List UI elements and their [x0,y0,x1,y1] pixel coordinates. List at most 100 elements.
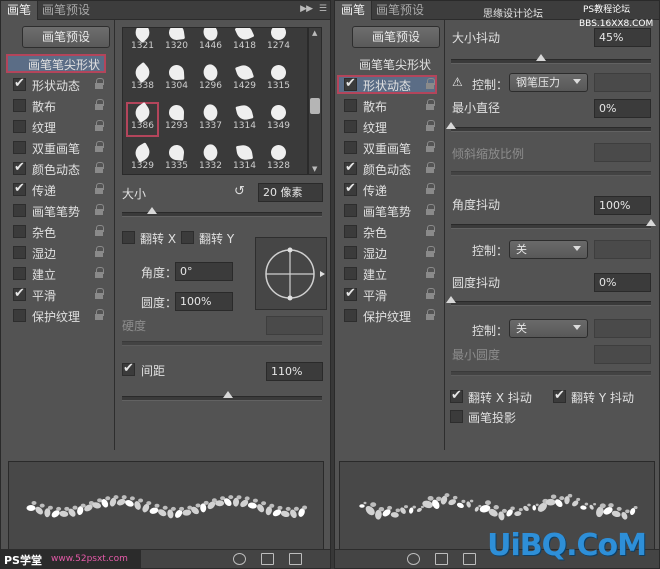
sidebar-item[interactable]: 保护纹理 [337,306,437,325]
control-select-2[interactable]: 关 [509,240,588,259]
sidebar-item[interactable]: 平滑 [337,285,437,304]
brush-presets-button[interactable]: 画笔预设 [22,26,110,48]
size-jitter-slider-thumb[interactable] [536,54,546,61]
sidebar-item[interactable]: 散布 [337,96,437,115]
sidebar-item-checkbox[interactable] [13,120,26,133]
brush-tip[interactable]: 1337 [194,101,227,137]
sidebar-item[interactable]: 散布 [6,96,106,115]
flip-y-jitter-checkbox[interactable] [553,388,566,403]
sidebar-item[interactable]: 平滑 [6,285,106,304]
sidebar-item-checkbox[interactable] [344,160,357,175]
roundness-jitter-slider-thumb[interactable] [446,296,456,303]
lock-icon[interactable] [94,288,104,300]
sidebar-item-checkbox[interactable] [13,286,26,301]
lock-icon[interactable] [425,183,435,195]
sidebar-item[interactable]: 画笔笔尖形状 [337,54,437,73]
brush-tip[interactable]: 1293 [160,102,193,137]
tab-brush-presets[interactable]: 画笔预设 [36,1,96,20]
roundness-input[interactable]: 100% [175,292,233,311]
sidebar-item[interactable]: 画笔笔势 [337,201,437,220]
sidebar-item-checkbox[interactable] [344,76,357,91]
lock-icon[interactable] [94,99,104,111]
lock-icon[interactable] [425,288,435,300]
lock-icon[interactable] [425,120,435,132]
sidebar-item-checkbox[interactable] [13,181,26,196]
sidebar-item-checkbox[interactable] [344,225,357,238]
lock-icon[interactable] [94,204,104,216]
spacing-slider[interactable] [122,391,322,401]
sidebar-item-checkbox[interactable] [13,267,26,280]
brush-tip-grid[interactable]: 1321 1320 1446 1418 1274 1338 1304 1296 1429 1315… [122,27,308,175]
scroll-thumb[interactable] [310,98,320,114]
sidebar-item[interactable]: 画笔笔尖形状 [6,54,106,73]
angle-jitter-input[interactable]: 100% [594,196,651,215]
tab-brush[interactable]: 画笔 [1,1,39,20]
sidebar-item[interactable]: 双重画笔 [6,138,106,157]
size-input[interactable]: 20 像素 [258,183,323,202]
brush-tip[interactable]: 1314 [228,102,261,137]
size-slider-thumb[interactable] [147,207,157,214]
flip-x-checkbox[interactable] [122,231,135,244]
toggle-bristle-preview-icon[interactable] [233,553,246,565]
lock-icon[interactable] [425,204,435,216]
lock-icon[interactable] [94,225,104,237]
sidebar-item-checkbox[interactable] [344,267,357,280]
spacing-slider-thumb[interactable] [223,391,233,398]
sidebar-item-checkbox[interactable] [344,120,357,133]
lock-icon[interactable] [425,225,435,237]
sidebar-item-checkbox[interactable] [344,246,357,259]
brush-tip[interactable]: 1328 [262,142,295,174]
sidebar-item-checkbox[interactable] [344,204,357,217]
toggle-bristle-preview-icon[interactable] [407,553,420,565]
flip-x-jitter-checkbox[interactable] [450,388,463,403]
sidebar-item[interactable]: 杂色 [337,222,437,241]
lock-icon[interactable] [94,183,104,195]
reset-size-icon[interactable]: ↺ [234,184,245,199]
sidebar-item[interactable]: 双重画笔 [337,138,437,157]
min-diameter-slider[interactable] [446,122,651,132]
sidebar-item-checkbox[interactable] [344,286,357,301]
control-select-3[interactable]: 关 [509,319,588,338]
min-diameter-input[interactable]: 0% [594,99,651,118]
lock-icon[interactable] [425,309,435,321]
control-select-1[interactable]: 钢笔压力 [509,73,588,92]
sidebar-item-checkbox[interactable] [344,309,357,322]
brush-tip-scrollbar[interactable]: ▲ ▼ [308,27,322,175]
sidebar-item[interactable]: 建立 [6,264,106,283]
angle-jitter-slider-thumb[interactable] [646,219,656,226]
lock-icon[interactable] [425,246,435,258]
size-slider[interactable] [122,207,322,217]
size-jitter-slider[interactable] [451,54,651,64]
sidebar-item-checkbox[interactable] [344,141,357,154]
sidebar-item-checkbox[interactable] [13,225,26,238]
brush-tip[interactable]: 1386 [126,102,159,137]
brush-tip[interactable]: 1429 [228,62,261,97]
lock-icon[interactable] [425,267,435,279]
sidebar-item[interactable]: 形状动态 [6,75,106,94]
lock-icon[interactable] [94,120,104,132]
sidebar-item[interactable]: 传递 [6,180,106,199]
brush-tip[interactable]: 1349 [262,102,295,137]
brush-tip[interactable]: 1335 [160,142,193,174]
brush-tip[interactable]: 1446 [194,28,227,57]
brush-tip[interactable]: 1304 [160,62,193,97]
tab-brush[interactable]: 画笔 [335,1,373,20]
tab-brush-presets[interactable]: 画笔预设 [370,1,430,20]
sidebar-item[interactable]: 湿边 [6,243,106,262]
brush-projection-checkbox[interactable] [450,410,463,423]
sidebar-item-checkbox[interactable] [13,76,26,91]
lock-icon[interactable] [94,141,104,153]
brush-tip[interactable]: 1296 [194,62,227,97]
sidebar-item[interactable]: 保护纹理 [6,306,106,325]
brush-tip[interactable]: 1320 [160,28,193,57]
new-brush-icon[interactable] [463,553,476,565]
new-brush-icon[interactable] [289,553,302,565]
lock-icon[interactable] [94,309,104,321]
lock-icon[interactable] [94,78,104,90]
brush-tip[interactable]: 1274 [262,28,295,57]
brush-tip[interactable]: 1418 [228,28,261,57]
sidebar-item[interactable]: 颜色动态 [6,159,106,178]
brush-tip[interactable]: 1315 [262,62,295,97]
sidebar-item[interactable]: 纹理 [337,117,437,136]
angle-jitter-slider[interactable] [451,219,656,229]
